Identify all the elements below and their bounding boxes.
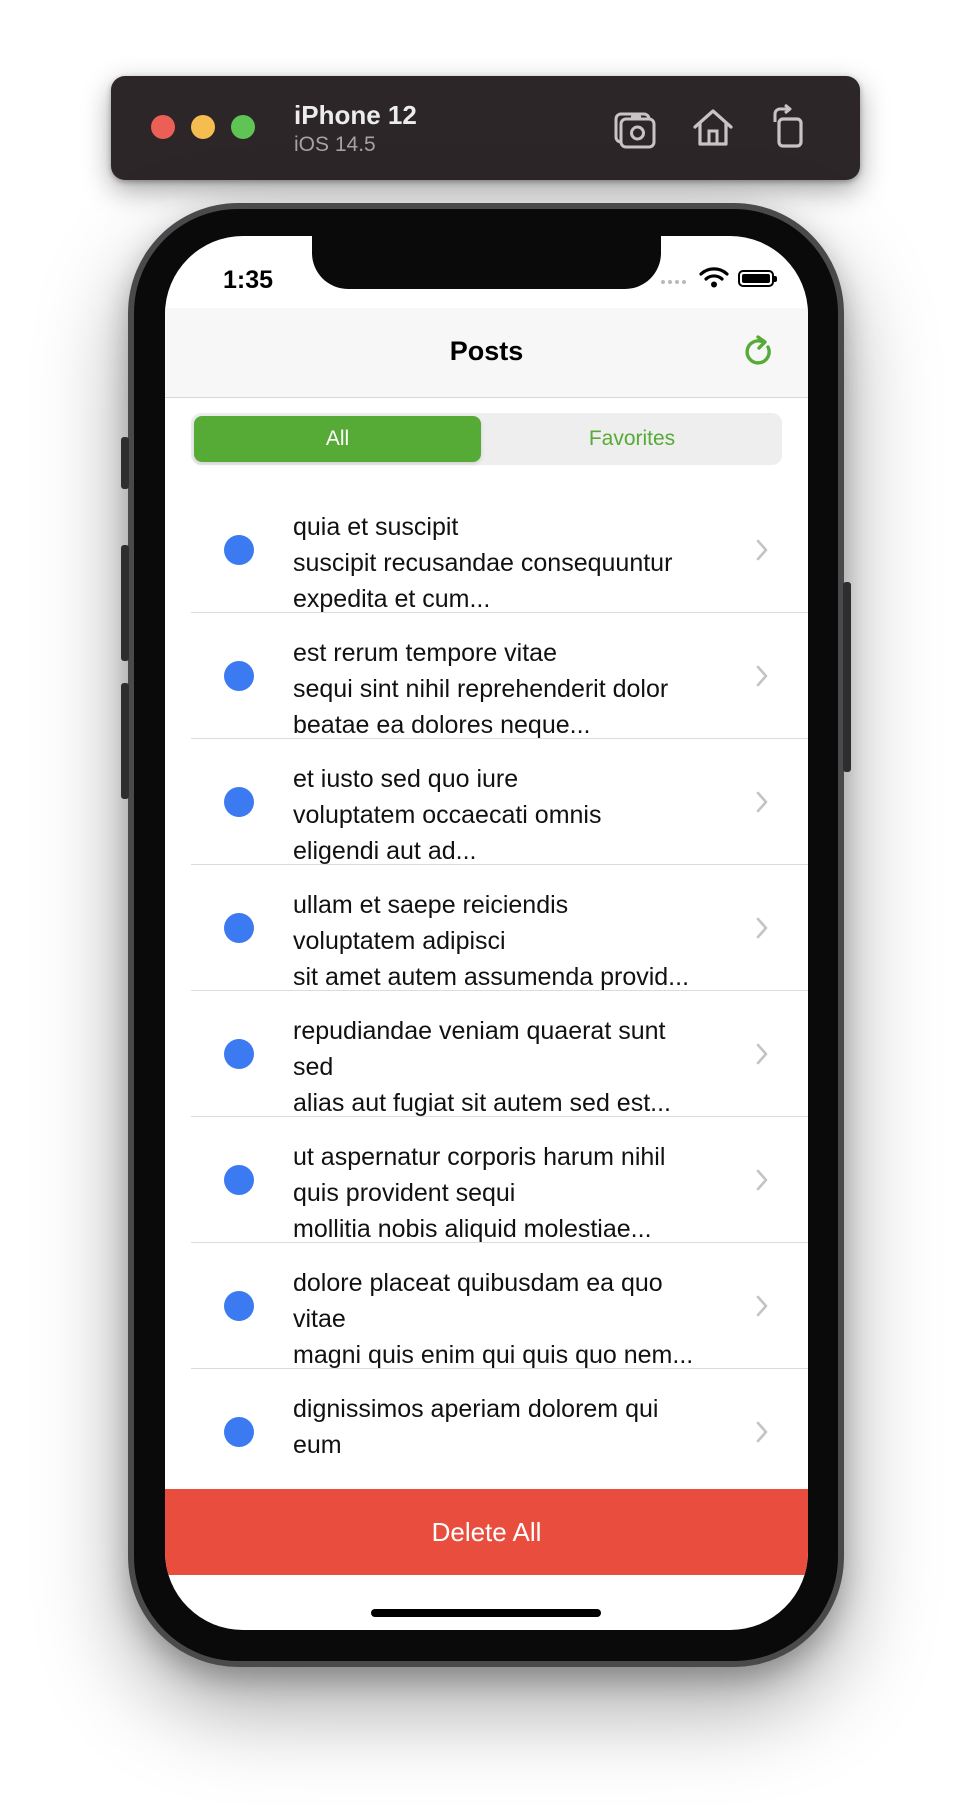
simulator-device-name: iPhone 12 (294, 100, 417, 130)
zoom-window-button[interactable] (231, 115, 255, 139)
unread-dot-icon (224, 1039, 254, 1069)
post-row[interactable]: ut aspernatur corporis harum nihil quis … (165, 1117, 808, 1243)
post-row[interactable]: ullam et saepe reiciendis voluptatem adi… (165, 865, 808, 991)
chevron-right-icon (756, 1295, 768, 1317)
volume-down-button (121, 683, 129, 799)
unread-dot-icon (224, 1417, 254, 1447)
unread-dot-icon (224, 661, 254, 691)
page-title: Posts (449, 336, 524, 366)
post-row[interactable]: repudiandae veniam quaerat sunt sed alia… (165, 991, 808, 1117)
post-text: ullam et saepe reiciendis voluptatem adi… (293, 891, 690, 991)
signal-icon (661, 274, 689, 286)
refresh-icon[interactable] (741, 334, 777, 370)
screenshot-icon[interactable] (612, 104, 658, 150)
post-text: quia et suscipit suscipit recusandae con… (293, 513, 673, 613)
chevron-right-icon (756, 917, 768, 939)
battery-icon (738, 270, 777, 287)
simulator-os-version: iOS 14.5 (294, 133, 376, 156)
home-icon[interactable] (690, 104, 736, 150)
rotate-icon[interactable] (765, 104, 811, 150)
post-row[interactable]: et iusto sed quo iure voluptatem occaeca… (165, 739, 808, 865)
post-text: et iusto sed quo iure voluptatem occaeca… (293, 765, 602, 865)
chevron-right-icon (756, 665, 768, 687)
post-row[interactable]: quia et suscipit suscipit recusandae con… (165, 487, 808, 613)
close-window-button[interactable] (151, 115, 175, 139)
chevron-right-icon (756, 791, 768, 813)
chevron-right-icon (756, 1421, 768, 1443)
home-indicator (371, 1609, 601, 1617)
segment-favorites[interactable]: Favorites (485, 416, 779, 462)
status-time: 1:35 (223, 266, 274, 294)
phone-screen: 1:35 Posts All Favorites quia et suscipi… (165, 236, 808, 1630)
post-text: dolore placeat quibusdam ea quo vitae ma… (293, 1269, 694, 1369)
power-button (843, 582, 851, 772)
navigation-bar: Posts (165, 308, 808, 398)
unread-dot-icon (224, 913, 254, 943)
post-text: est rerum tempore vitae sequi sint nihil… (293, 639, 669, 739)
post-row[interactable]: dignissimos aperiam dolorem qui eum (165, 1369, 808, 1495)
notch (312, 236, 661, 289)
unread-dot-icon (224, 1291, 254, 1321)
simulator-title-bar (111, 76, 860, 180)
post-text: dignissimos aperiam dolorem qui eum (293, 1395, 659, 1459)
chevron-right-icon (756, 1043, 768, 1065)
volume-up-button (121, 545, 129, 661)
minimize-window-button[interactable] (191, 115, 215, 139)
wifi-icon (699, 267, 729, 288)
unread-dot-icon (224, 1165, 254, 1195)
delete-all-button[interactable]: Delete All (165, 1489, 808, 1575)
post-text: repudiandae veniam quaerat sunt sed alia… (293, 1017, 671, 1117)
segment-all[interactable]: All (194, 416, 481, 462)
unread-dot-icon (224, 535, 254, 565)
chevron-right-icon (756, 1169, 768, 1191)
post-row[interactable]: est rerum tempore vitae sequi sint nihil… (165, 613, 808, 739)
filter-segmented-control: All Favorites (191, 413, 782, 465)
silent-switch (121, 437, 129, 489)
post-text: ut aspernatur corporis harum nihil quis … (293, 1143, 666, 1243)
chevron-right-icon (756, 539, 768, 561)
posts-list: quia et suscipit suscipit recusandae con… (165, 487, 808, 1495)
post-row[interactable]: dolore placeat quibusdam ea quo vitae ma… (165, 1243, 808, 1369)
unread-dot-icon (224, 787, 254, 817)
